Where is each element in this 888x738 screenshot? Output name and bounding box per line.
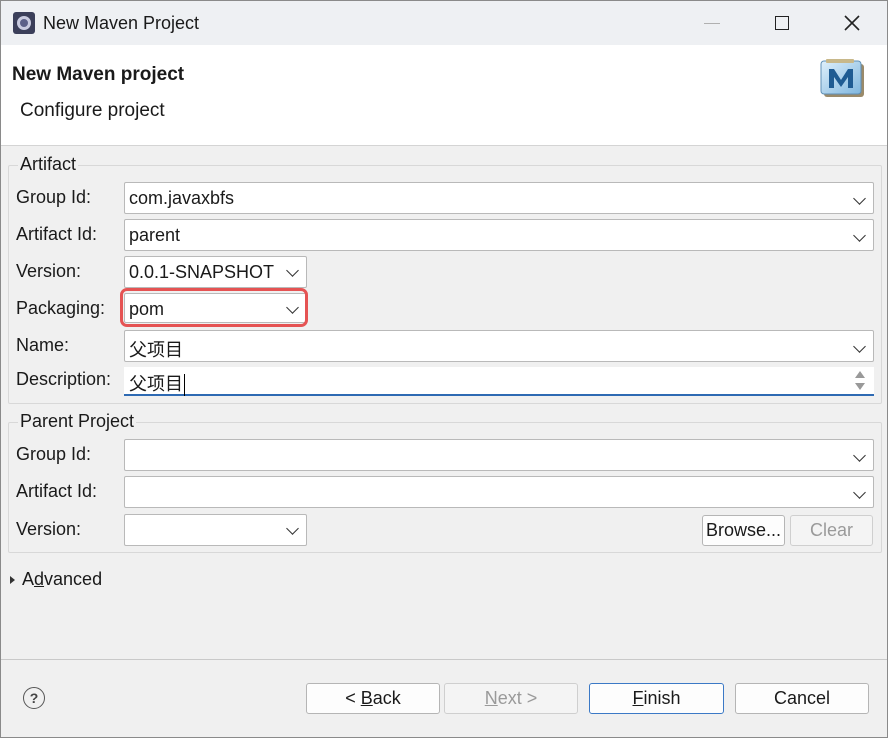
close-icon — [844, 15, 860, 31]
parent-project-group-title: Parent Project — [18, 411, 137, 432]
text-caret — [184, 374, 185, 397]
page-subtitle: Configure project — [20, 100, 165, 121]
artifact-group-title: Artifact — [18, 154, 79, 175]
description-label: Description: — [16, 369, 112, 389]
minimize-button[interactable] — [677, 1, 747, 45]
chevron-down-icon[interactable] — [853, 449, 866, 462]
wizard-header: New Maven project Configure project — [1, 45, 887, 146]
parent-artifact-id-combo[interactable] — [124, 476, 874, 508]
parent-group-id-label: Group Id: — [16, 444, 92, 464]
packaging-label: Packaging: — [16, 298, 106, 318]
scroll-arrows[interactable] — [854, 370, 866, 392]
artifact-id-label: Artifact Id: — [16, 224, 98, 244]
scroll-up-icon[interactable] — [855, 371, 865, 378]
chevron-down-icon[interactable] — [853, 340, 866, 353]
help-icon[interactable]: ? — [23, 687, 45, 709]
version-select[interactable]: 0.0.1-SNAPSHOT — [124, 256, 307, 288]
expand-arrow-icon — [10, 576, 15, 585]
parent-version-select[interactable] — [124, 514, 307, 546]
name-combo[interactable]: 父项目 — [124, 330, 874, 362]
artifact-id-combo[interactable]: parent — [124, 219, 874, 251]
group-id-combo[interactable]: com.javaxbfs — [124, 182, 874, 214]
parent-group-id-combo[interactable] — [124, 439, 874, 471]
group-id-label: Group Id: — [16, 187, 92, 207]
chevron-down-icon[interactable] — [853, 229, 866, 242]
chevron-down-icon[interactable] — [286, 264, 299, 277]
window-title: New Maven Project — [43, 13, 200, 33]
parent-artifact-id-label: Artifact Id: — [16, 481, 98, 501]
version-value: 0.0.1-SNAPSHOT — [129, 262, 275, 282]
browse-button[interactable]: Browse... — [702, 515, 785, 546]
maven-logo — [820, 59, 864, 97]
group-id-value: com.javaxbfs — [129, 188, 235, 208]
title-bar: New Maven Project — [1, 1, 887, 45]
page-title: New Maven project — [12, 64, 185, 85]
maximize-button[interactable] — [747, 1, 817, 45]
version-label: Version: — [16, 261, 82, 281]
next-button[interactable]: Next > — [444, 683, 578, 714]
footer-separator — [1, 659, 887, 660]
chevron-down-icon[interactable] — [286, 522, 299, 535]
cancel-button[interactable]: Cancel — [735, 683, 869, 714]
name-value: 父项目 — [129, 340, 183, 360]
parent-version-label: Version: — [16, 519, 82, 539]
chevron-down-icon[interactable] — [853, 486, 866, 499]
finish-button[interactable]: Finish — [589, 683, 724, 714]
eclipse-icon — [13, 12, 35, 34]
packaging-highlight — [120, 288, 308, 327]
scroll-down-icon[interactable] — [855, 383, 865, 390]
new-maven-project-dialog: New Maven Project New Maven project Conf… — [0, 0, 888, 738]
chevron-down-icon[interactable] — [853, 192, 866, 205]
minimize-icon — [704, 22, 720, 24]
artifact-id-value: parent — [129, 225, 181, 245]
maximize-icon — [775, 16, 789, 30]
back-button[interactable]: < Back — [306, 683, 440, 714]
name-label: Name: — [16, 335, 70, 355]
clear-button[interactable]: Clear — [790, 515, 873, 546]
close-button[interactable] — [817, 1, 887, 45]
description-value: 父项目 — [129, 374, 183, 394]
advanced-expander[interactable]: Advanced — [10, 569, 102, 590]
description-textarea[interactable]: 父项目 — [124, 367, 874, 397]
